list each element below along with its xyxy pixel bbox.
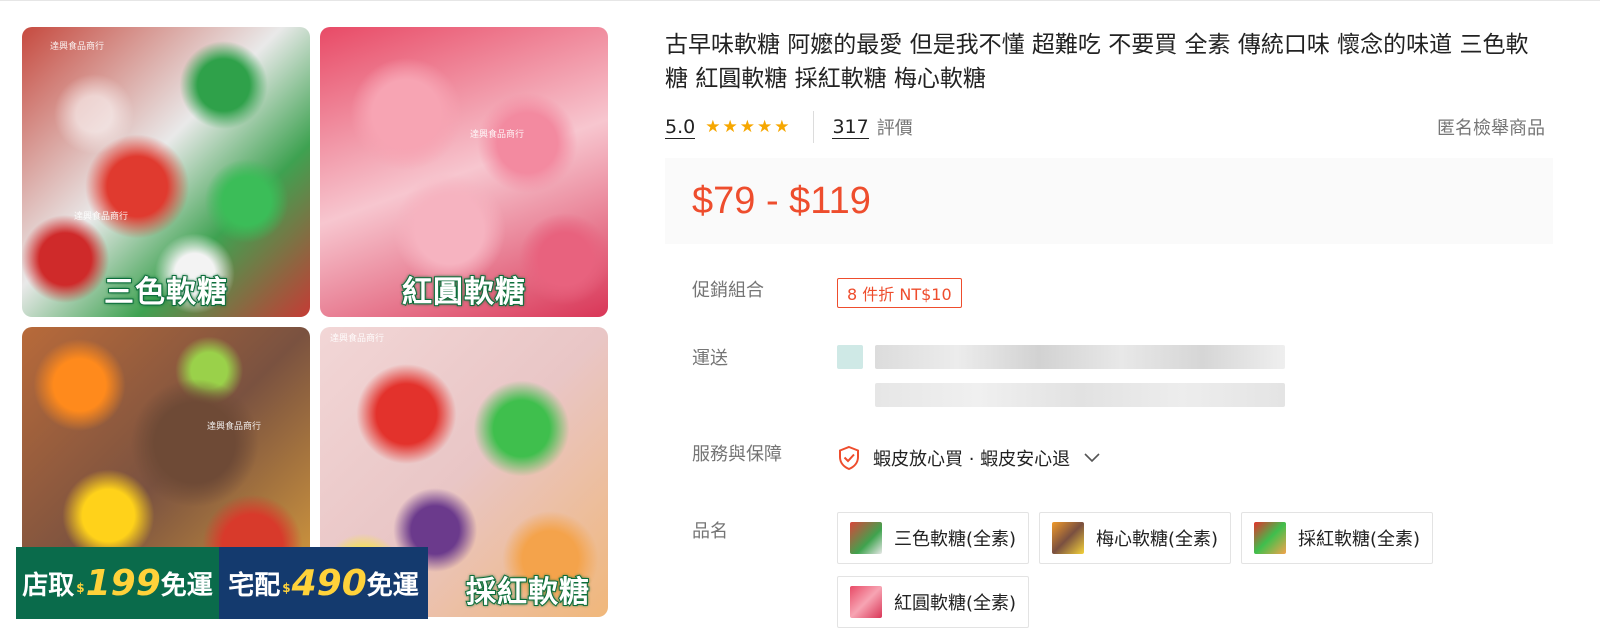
free-shipping-banner: 店取 $ 199 免運 宅配 $ 490 免運	[16, 547, 428, 619]
price-range: $79 - $119	[692, 179, 871, 222]
variant-option-label: 梅心軟糖(全素)	[1095, 529, 1218, 550]
rating-divider	[813, 111, 815, 143]
currency-symbol: $	[76, 581, 85, 595]
shipping-icon	[837, 345, 863, 369]
shipping-info-blurred	[875, 345, 1285, 369]
image-watermark: 達興食品商行	[470, 130, 525, 140]
image-watermark: 達興食品商行	[330, 334, 385, 344]
product-title: 古早味軟糖 阿嬤的最愛 但是我不懂 超難吃 不要買 全素 傳統口味 懷念的味道 …	[665, 32, 1529, 92]
home-delivery-threshold: 490	[291, 562, 367, 604]
star-icon: ★	[756, 116, 773, 137]
review-count[interactable]: 317	[832, 116, 869, 139]
variant-label: 品名	[692, 521, 728, 542]
variant-thumbnail	[850, 522, 882, 554]
free-shipping-label: 免運	[160, 570, 213, 601]
currency-symbol: $	[282, 581, 291, 595]
free-shipping-label: 免運	[366, 570, 419, 601]
service-label: 服務與保障	[692, 444, 782, 465]
variant-option[interactable]: 三色軟糖(全素)	[837, 512, 1029, 564]
shipping-label: 運送	[692, 348, 728, 369]
star-icon: ★	[722, 116, 738, 137]
service-text: 蝦皮放心買 · 蝦皮安心退	[873, 449, 1071, 470]
top-divider	[0, 0, 1600, 1]
price-panel: $79 - $119	[665, 158, 1553, 244]
variant-option-label: 紅圓軟糖(全素)	[893, 593, 1016, 614]
shield-check-icon	[839, 445, 859, 471]
variant-thumbnail	[1052, 522, 1084, 554]
store-pickup-threshold: 199	[85, 562, 161, 604]
image-caption: 三色軟糖	[103, 274, 228, 311]
promo-label: 促銷組合	[692, 280, 764, 301]
chevron-down-icon[interactable]	[1084, 453, 1100, 463]
variant-option-label: 三色軟糖(全素)	[893, 529, 1016, 550]
store-pickup-label: 店取	[22, 570, 75, 601]
product-image-red-round[interactable]: 達興食品商行 紅圓軟糖	[320, 27, 608, 317]
star-icon: ★	[774, 116, 790, 137]
product-image-gallery[interactable]: 達興食品商行 達興食品商行 三色軟糖 達興食品商行 紅圓軟糖 達興食品商行 達興…	[16, 27, 612, 619]
variant-option-label: 採紅軟糖(全素)	[1297, 529, 1420, 550]
home-delivery-label: 宅配	[228, 570, 281, 601]
variant-thumbnail	[850, 586, 882, 618]
image-watermark: 達興食品商行	[74, 212, 129, 222]
store-pickup-free-shipping: 店取 $ 199 免運	[16, 547, 219, 619]
review-label: 評價	[876, 118, 913, 139]
rating-stars: ★ ★ ★ ★ ★	[705, 116, 790, 137]
image-caption: 紅圓軟糖	[401, 274, 526, 311]
shipping-fee-blurred	[875, 383, 1285, 407]
image-watermark: 達興食品商行	[207, 422, 262, 432]
report-product-link[interactable]: 匿名檢舉商品	[1437, 114, 1545, 140]
image-watermark: 達興食品商行	[50, 42, 105, 52]
star-icon: ★	[739, 116, 755, 137]
variant-option[interactable]: 採紅軟糖(全素)	[1241, 512, 1433, 564]
service-guarantee[interactable]: 蝦皮放心買 · 蝦皮安心退	[837, 445, 1100, 471]
variant-thumbnail	[1254, 522, 1286, 554]
rating-score[interactable]: 5.0	[665, 116, 696, 139]
variant-option[interactable]: 紅圓軟糖(全素)	[837, 576, 1029, 628]
product-image-tricolor[interactable]: 達興食品商行 達興食品商行 三色軟糖	[22, 27, 310, 317]
star-icon: ★	[705, 116, 721, 137]
home-delivery-free-shipping: 宅配 $ 490 免運	[219, 547, 428, 619]
variant-option[interactable]: 梅心軟糖(全素)	[1039, 512, 1231, 564]
bundle-deal-tag[interactable]: 8 件折 NT$10	[837, 278, 962, 308]
rating-row: 5.0 ★ ★ ★ ★ ★ 317 評價 匿名檢舉商品	[665, 110, 1545, 144]
